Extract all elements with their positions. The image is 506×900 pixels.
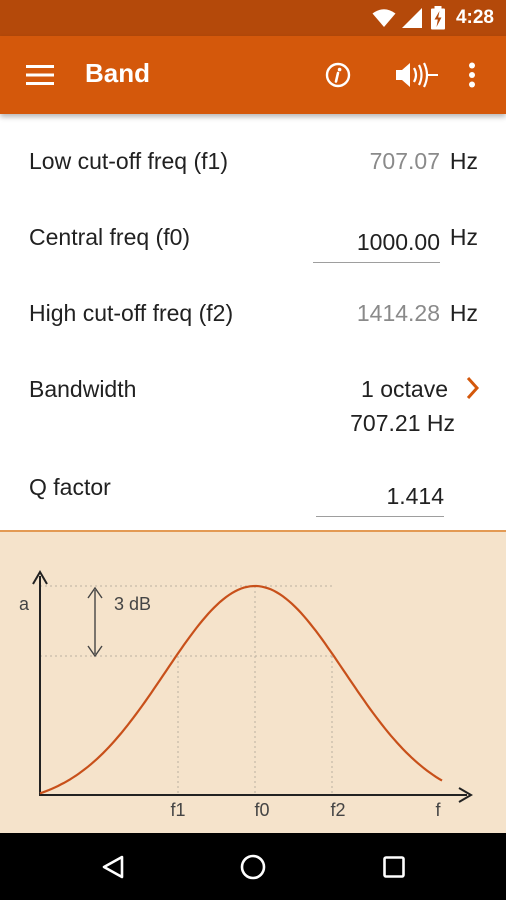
x-axis-label: f — [435, 800, 441, 820]
status-bar: 4:28 — [0, 0, 506, 36]
battery-charging-icon — [431, 6, 445, 30]
tick-label-f0: f0 — [254, 800, 269, 820]
bandwidth-label: Bandwidth — [29, 376, 137, 402]
back-button[interactable] — [93, 847, 133, 887]
low-cutoff-label: Low cut-off freq (f1) — [29, 148, 228, 174]
q-factor-label: Q factor — [29, 474, 111, 500]
q-factor-row: Q factor — [0, 470, 506, 520]
wifi-icon — [372, 9, 396, 27]
high-cutoff-value: 1414.28 — [356, 300, 440, 326]
band-diagram-svg: a 3 dB f1 f0 f2 f — [19, 570, 473, 820]
high-cutoff-row: High cut-off freq (f2) 1414.28 Hz — [0, 296, 506, 336]
recents-button[interactable] — [374, 847, 414, 887]
more-options-button[interactable] — [452, 55, 492, 95]
three-db-arrow — [87, 586, 103, 658]
tick-label-f2: f2 — [330, 800, 345, 820]
home-button[interactable] — [233, 847, 273, 887]
high-cutoff-unit: Hz — [449, 300, 478, 326]
central-freq-label: Central freq (f0) — [29, 224, 191, 250]
status-time: 4:28 — [455, 7, 494, 28]
home-icon — [240, 854, 266, 880]
info-button[interactable] — [318, 55, 358, 95]
low-cutoff-value: 707.07 — [369, 148, 440, 174]
info-icon — [325, 62, 351, 88]
page-title: Band — [85, 58, 150, 88]
more-vert-icon — [469, 62, 475, 88]
back-icon — [102, 855, 124, 879]
sound-icon — [396, 62, 438, 88]
central-freq-input[interactable] — [313, 222, 440, 263]
bandwidth-selection: 1 octave — [361, 376, 448, 402]
signal-icon — [402, 8, 422, 28]
annotation-3db: 3 dB — [114, 594, 151, 614]
menu-icon — [26, 65, 54, 85]
sound-button[interactable] — [393, 55, 441, 95]
central-freq-row: Central freq (f0) Hz — [0, 220, 506, 270]
y-axis-label: a — [19, 594, 30, 614]
bandwidth-hz-value: 707.21 Hz — [350, 410, 455, 436]
q-factor-input[interactable] — [316, 476, 444, 517]
band-diagram: a 3 dB f1 f0 f2 f — [0, 530, 506, 835]
menu-button[interactable] — [20, 55, 60, 95]
band-pass-curve — [39, 584, 443, 795]
y-axis — [32, 570, 48, 796]
recents-icon — [383, 856, 405, 878]
app-bar: Band — [0, 36, 506, 114]
low-cutoff-unit: Hz — [449, 148, 478, 174]
chevron-right-icon — [466, 376, 480, 400]
tick-label-f1: f1 — [170, 800, 185, 820]
navigation-bar — [0, 833, 506, 900]
central-freq-unit: Hz — [449, 224, 478, 250]
high-cutoff-label: High cut-off freq (f2) — [29, 300, 234, 326]
bandwidth-row: Bandwidth 1 octave 707.21 Hz — [0, 372, 506, 442]
low-cutoff-row: Low cut-off freq (f1) 707.07 Hz — [0, 144, 506, 184]
